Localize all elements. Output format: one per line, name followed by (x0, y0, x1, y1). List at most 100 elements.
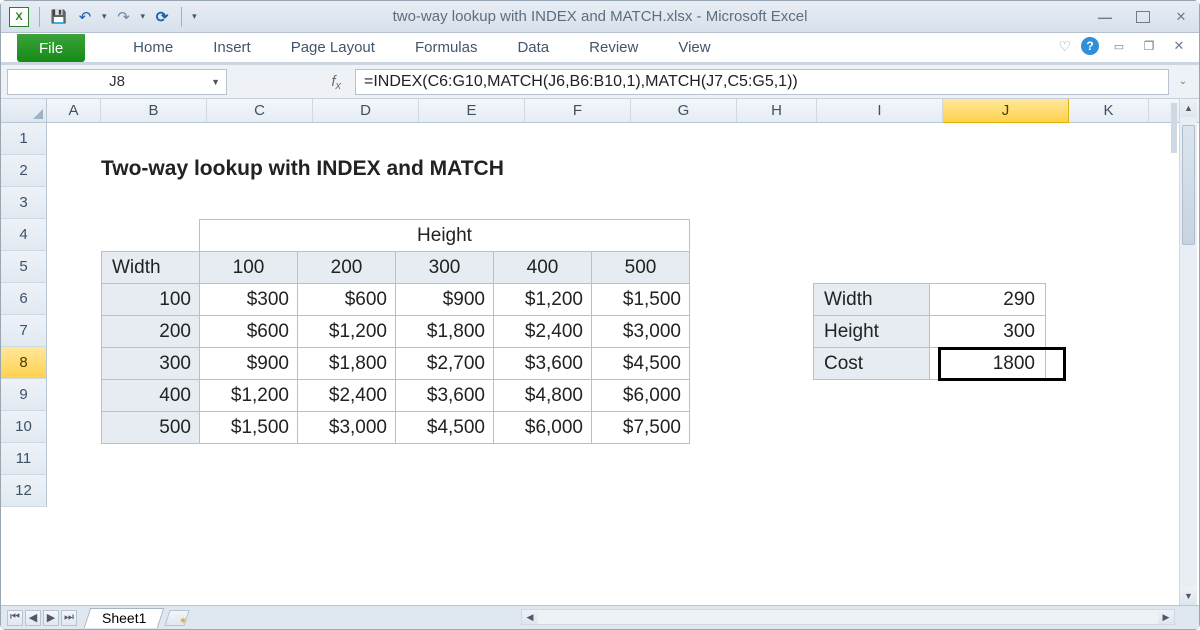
cost-cell[interactable]: $4,800 (494, 380, 592, 412)
h-500[interactable]: 500 (592, 252, 690, 284)
tab-home[interactable]: Home (113, 33, 193, 62)
tab-first-button[interactable]: ⏮ (7, 610, 23, 626)
cost-cell[interactable]: $7,500 (592, 412, 690, 444)
horizontal-scrollbar[interactable]: ◀ ▶ (521, 609, 1175, 625)
cost-cell[interactable]: $1,200 (494, 284, 592, 316)
tab-next-button[interactable]: ▶ (43, 610, 59, 626)
lookup-width-label[interactable]: Width (814, 284, 930, 316)
save-button[interactable] (50, 8, 68, 26)
cost-cell[interactable]: $1,500 (592, 284, 690, 316)
col-header-G[interactable]: G (631, 99, 737, 122)
h-400[interactable]: 400 (494, 252, 592, 284)
lookup-cost-label[interactable]: Cost (814, 348, 930, 380)
row-header-2[interactable]: 2 (1, 155, 47, 187)
scroll-up-button[interactable]: ▲ (1180, 99, 1197, 117)
cost-cell[interactable]: $3,600 (396, 380, 494, 412)
formula-bar-expand[interactable]: ⌄ (1173, 76, 1193, 87)
workbook-restore-button[interactable] (1139, 38, 1159, 54)
ribbon-min-icon[interactable] (1058, 38, 1071, 55)
cost-cell[interactable]: $2,400 (494, 316, 592, 348)
vertical-scroll-thumb[interactable] (1182, 125, 1195, 245)
width-500[interactable]: 500 (102, 412, 200, 444)
cost-cell[interactable]: $1,800 (298, 348, 396, 380)
undo-button[interactable] (76, 8, 94, 26)
split-handle[interactable] (1171, 103, 1177, 153)
col-header-D[interactable]: D (313, 99, 419, 122)
worksheet-cells[interactable]: Two-way lookup with INDEX and MATCH Heig… (47, 123, 1199, 605)
scroll-down-button[interactable]: ▼ (1180, 587, 1197, 605)
width-400[interactable]: 400 (102, 380, 200, 412)
col-header-C[interactable]: C (207, 99, 313, 122)
tab-view[interactable]: View (658, 33, 730, 62)
cell-title[interactable]: Two-way lookup with INDEX and MATCH (101, 157, 504, 181)
cost-cell[interactable]: $900 (396, 284, 494, 316)
row-header-10[interactable]: 10 (1, 411, 47, 443)
qat-customize-dropdown[interactable]: ▾ (192, 11, 197, 22)
cost-cell[interactable]: $3,000 (298, 412, 396, 444)
name-box[interactable]: J8 ▼ (7, 69, 227, 95)
scroll-right-button[interactable]: ▶ (1158, 610, 1174, 624)
col-header-J[interactable]: J (943, 99, 1069, 123)
width-100[interactable]: 100 (102, 284, 200, 316)
maximize-button[interactable] (1133, 9, 1153, 25)
row-header-5[interactable]: 5 (1, 251, 47, 283)
tab-prev-button[interactable]: ◀ (25, 610, 41, 626)
new-sheet-button[interactable] (165, 610, 190, 626)
lookup-width-value[interactable]: 290 (930, 284, 1046, 316)
row-header-6[interactable]: 6 (1, 283, 47, 315)
h-300[interactable]: 300 (396, 252, 494, 284)
col-header-F[interactable]: F (525, 99, 631, 122)
row-header-7[interactable]: 7 (1, 315, 47, 347)
cost-cell[interactable]: $6,000 (494, 412, 592, 444)
tab-data[interactable]: Data (497, 33, 569, 62)
cost-cell[interactable]: $600 (298, 284, 396, 316)
cost-cell[interactable]: $1,800 (396, 316, 494, 348)
tab-formulas[interactable]: Formulas (395, 33, 498, 62)
row-header-11[interactable]: 11 (1, 443, 47, 475)
h-200[interactable]: 200 (298, 252, 396, 284)
cost-cell[interactable]: $6,000 (592, 380, 690, 412)
cost-cell[interactable]: $2,700 (396, 348, 494, 380)
cost-cell[interactable]: $900 (200, 348, 298, 380)
col-header-K[interactable]: K (1069, 99, 1149, 122)
redo-button[interactable] (115, 8, 133, 26)
h-100[interactable]: 100 (200, 252, 298, 284)
scroll-left-button[interactable]: ◀ (522, 610, 538, 624)
col-header-E[interactable]: E (419, 99, 525, 122)
row-header-9[interactable]: 9 (1, 379, 47, 411)
cost-cell[interactable]: $1,500 (200, 412, 298, 444)
col-header-I[interactable]: I (817, 99, 943, 122)
undo-dropdown[interactable]: ▾ (102, 11, 107, 22)
tab-insert[interactable]: Insert (193, 33, 271, 62)
cost-cell[interactable]: $1,200 (298, 316, 396, 348)
cost-cell[interactable]: $4,500 (592, 348, 690, 380)
sheet-tab-sheet1[interactable]: Sheet1 (84, 608, 165, 628)
select-all-button[interactable] (1, 99, 47, 122)
workbook-minimize-button[interactable] (1109, 38, 1129, 54)
col-header-H[interactable]: H (737, 99, 817, 122)
height-header[interactable]: Height (200, 220, 690, 252)
row-header-12[interactable]: 12 (1, 475, 47, 507)
width-300[interactable]: 300 (102, 348, 200, 380)
excel-icon[interactable] (9, 7, 29, 27)
close-button[interactable] (1171, 9, 1191, 25)
lookup-table[interactable]: Width 290 Height 300 Cost 1800 (813, 283, 1046, 380)
cost-cell[interactable]: $1,200 (200, 380, 298, 412)
redo-dropdown[interactable]: ▾ (141, 11, 146, 22)
name-box-dropdown-icon[interactable]: ▼ (211, 77, 220, 87)
fx-icon[interactable]: f (331, 73, 341, 90)
lookup-height-label[interactable]: Height (814, 316, 930, 348)
row-header-1[interactable]: 1 (1, 123, 47, 155)
cost-cell[interactable]: $600 (200, 316, 298, 348)
tab-review[interactable]: Review (569, 33, 658, 62)
cost-cell[interactable]: $4,500 (396, 412, 494, 444)
row-header-4[interactable]: 4 (1, 219, 47, 251)
formula-input[interactable]: =INDEX(C6:G10,MATCH(J6,B6:B10,1),MATCH(J… (355, 69, 1169, 95)
cost-cell[interactable]: $3,600 (494, 348, 592, 380)
vertical-scrollbar[interactable]: ▲ ▼ (1179, 99, 1197, 605)
col-header-B[interactable]: B (101, 99, 207, 122)
minimize-button[interactable] (1095, 9, 1115, 25)
width-header[interactable]: Width (102, 252, 200, 284)
lookup-height-value[interactable]: 300 (930, 316, 1046, 348)
file-tab[interactable]: File (17, 34, 85, 62)
